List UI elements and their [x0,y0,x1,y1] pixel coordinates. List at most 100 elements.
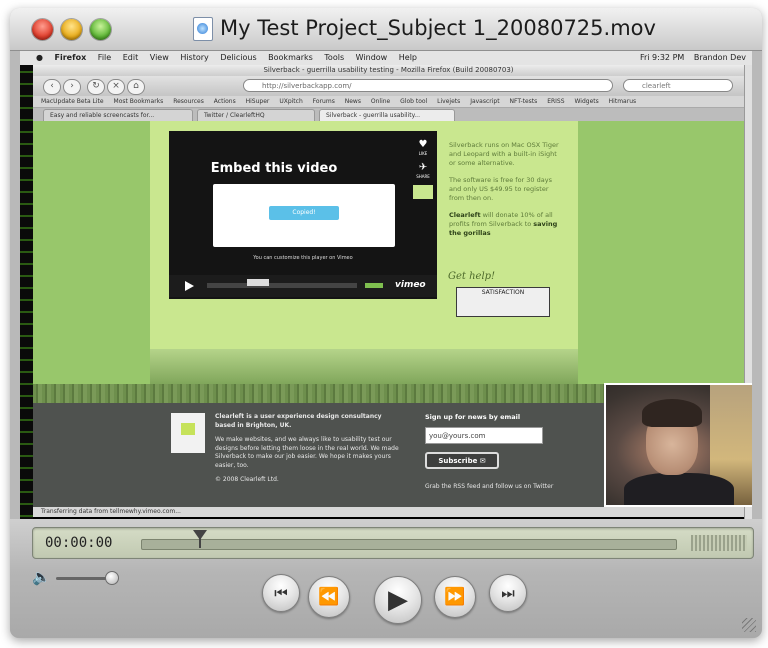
browser-status-bar: Transferring data from tellmewhy.vimeo.c… [33,507,744,517]
menu-item-help: Help [398,53,418,62]
footer-about: Clearleft is a user experience design co… [215,413,403,491]
embed-progress [207,279,357,288]
webcam-subject-hair [642,399,702,427]
close-window-button[interactable] [32,19,53,40]
footer-copyright: © 2008 Clearleft Ltd. [215,476,279,483]
embed-player-bar: vimeo [169,275,437,297]
volume-icon[interactable]: 🔈 [32,568,51,586]
home-icon: ⌂ [127,79,145,95]
bookmark-item: ERISS [547,98,565,105]
back-icon: ‹ [43,79,61,95]
menu-item-delicious: Delicious [220,53,257,62]
menu-item-window: Window [355,53,388,62]
bookmark-item: Widgets [574,98,599,105]
embed-code-box: Copied! [213,184,395,247]
vimeo-embed: Embed this video Copied! You can customi… [169,131,437,299]
zoom-window-button[interactable] [90,19,111,40]
embed-title: Embed this video [210,161,338,176]
rewind-icon: ⏪ [318,587,340,607]
current-time: 00:00:00 [45,535,113,551]
browser-title: Silverback - guerrilla usability testing… [33,65,744,76]
minimize-window-button[interactable] [61,19,82,40]
info-donation: Clearleft will donate 10% of all profits… [449,211,559,238]
embed-progress-thumb [247,279,269,286]
audio-level-meter [691,535,747,551]
menubar-clock: Fri 9:32 PM [639,53,685,62]
menu-item-edit: Edit [122,53,139,62]
copied-button: Copied! [269,206,339,220]
bookmark-item: Livejets [437,98,461,105]
stop-icon: × [107,79,125,95]
menu-item-file: File [97,53,112,62]
resize-grip-icon[interactable] [742,618,756,632]
skip-back-button[interactable]: ⏮ [262,574,300,612]
apple-icon: ● [36,53,43,62]
customize-text: You can customize this player on Vimeo [253,255,353,261]
bookmark-item: Hitmarus [608,98,637,105]
info-pricing: The software is free for 30 days and onl… [449,176,552,202]
window-titlebar[interactable]: My Test Project_Subject 1_20080725.mov [10,8,762,51]
footer-heading: Clearleft is a user experience design co… [215,413,382,429]
like-label: LIKE [418,151,428,156]
browser-tab: Twitter / ClearleftHQ [197,109,315,121]
volume-knob[interactable] [105,571,119,585]
browser-tabs: Easy and reliable screencasts for... Twi… [33,108,744,122]
bookmark-item: NFT-tests [509,98,538,105]
bookmark-item: HiSuper [245,98,270,105]
satisfaction-logo: SATISFACTION [456,287,550,317]
embed-toggle [413,185,433,199]
clearleft-name: Clearleft [449,211,481,219]
reload-icon: ↻ [87,79,105,95]
skip-forward-icon: ⏭ [501,584,515,602]
vimeo-logo: vimeo [395,280,426,290]
skip-forward-button[interactable]: ⏭ [489,574,527,612]
get-help-badge: Get help! SATISFACTION [448,271,578,317]
bookmark-item: Online [370,98,391,105]
browser-tab-active: Silverback - guerrilla usability... [319,109,455,121]
embed-side-actions: ♥ LIKE ✈ SHARE [413,139,433,199]
bookmark-item: Javascript [470,98,500,105]
browser-search-box: clearleft [623,79,733,92]
menu-item-history: History [180,53,209,62]
bookmark-item: News [344,98,361,105]
browser-tab: Easy and reliable screencasts for... [43,109,193,121]
menu-item-firefox: Firefox [54,53,87,62]
bookmark-item: Actions [213,98,236,105]
recorded-menubar: ● Firefox File Edit View History Delicio… [20,51,752,66]
window-title: My Test Project_Subject 1_20080725.mov [220,16,656,40]
bookmark-item: Most Bookmarks [113,98,164,105]
playhead-stem [199,538,201,548]
browser-toolbar: ‹ › ↻ × ⌂ http://silverbackapp.com/ clea… [33,76,744,96]
clearleft-logo [171,413,205,453]
menubar-status-area: Fri 9:32 PM Brandon Dev [633,51,746,65]
scrubber-track[interactable] [141,539,677,550]
embed-volume [365,283,383,288]
bookmark-item: UXpitch [279,98,303,105]
player-controls: 00:00:00 🔈 ⏮ ⏪ ▶ ⏩ ⏭ [10,519,762,638]
menu-item-tools: Tools [324,53,345,62]
newsletter-email-field: you@yours.com [425,427,543,444]
bookmark-item: Forums [312,98,335,105]
heart-icon: ♥ [418,139,428,150]
menu-item-view: View [149,53,169,62]
skip-back-icon: ⏮ [274,584,288,602]
fast-forward-button[interactable]: ⏩ [434,576,476,618]
rss-twitter-text: Grab the RSS feed and follow us on Twitt… [425,483,554,490]
bookmark-item: Resources [173,98,204,105]
product-info: Silverback runs on Mac OSX Tiger and Leo… [449,141,559,246]
bookmark-item: MacUpdate Beta Lite [41,98,104,105]
timeline-display: 00:00:00 [32,527,754,559]
webcam-overlay [604,383,752,507]
webcam-subject-body [624,473,734,505]
share-label: SHARE [416,174,430,179]
play-icon [185,281,194,291]
movie-file-icon [193,17,213,41]
info-platforms: Silverback runs on Mac OSX Tiger and Leo… [449,141,559,167]
rewind-button[interactable]: ⏪ [308,576,350,618]
play-button[interactable]: ▶ [374,576,422,624]
bookmark-item: Glob tool [400,98,428,105]
panel-shadow [150,349,578,385]
video-frame[interactable]: ● Firefox File Edit View History Delicio… [20,51,752,519]
forward-icon: › [63,79,81,95]
subscribe-button: Subscribe ✉ [425,452,499,469]
